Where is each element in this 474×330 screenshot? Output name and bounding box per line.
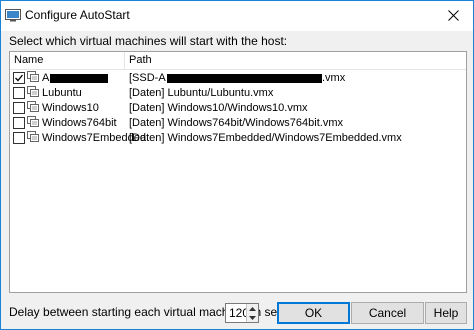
vm-name: Windows764bit bbox=[42, 117, 117, 129]
spin-up-button[interactable] bbox=[246, 304, 258, 313]
vm-path: [Daten] Windows10/Windows10.vmx bbox=[129, 102, 308, 114]
list-item[interactable]: Lubuntu [Daten] Lubuntu/Lubuntu.vmx bbox=[10, 86, 466, 101]
vm-icon bbox=[27, 131, 39, 142]
help-button[interactable]: Help bbox=[425, 302, 467, 324]
checkmark-icon bbox=[15, 74, 24, 82]
column-header-name[interactable]: Name bbox=[10, 52, 125, 70]
vm-name: Lubuntu bbox=[42, 87, 82, 99]
autostart-checkbox[interactable] bbox=[13, 117, 25, 129]
vm-path: [Daten] Windows764bit/Windows764bit.vmx bbox=[129, 117, 343, 129]
redaction-bar bbox=[50, 74, 108, 83]
vm-icon bbox=[27, 71, 39, 82]
autostart-checkbox[interactable] bbox=[13, 87, 25, 99]
instruction-text: Select which virtual machines will start… bbox=[9, 34, 288, 48]
autostart-checkbox[interactable] bbox=[13, 102, 25, 114]
autostart-checkbox[interactable] bbox=[13, 132, 25, 144]
list-item[interactable]: Windows764bit [Daten] Windows764bit/Wind… bbox=[10, 116, 466, 131]
configure-autostart-dialog: Configure AutoStart Select which virtual… bbox=[0, 0, 474, 330]
vm-name: Windows10 bbox=[42, 102, 99, 114]
chevron-up-icon bbox=[249, 306, 256, 311]
delay-label: Delay between starting each virtual mach… bbox=[9, 305, 317, 319]
ok-button[interactable]: OK bbox=[277, 302, 350, 324]
vm-icon bbox=[27, 116, 39, 127]
vm-path: [Daten] Windows7Embedded/Windows7Embedde… bbox=[129, 132, 402, 144]
column-header-path[interactable]: Path bbox=[125, 52, 466, 70]
vm-path-prefix: [SSD-A bbox=[129, 72, 166, 84]
delay-spinner[interactable]: 120 bbox=[225, 303, 259, 323]
vmware-app-icon bbox=[5, 9, 21, 22]
list-item[interactable]: Windows10 [Daten] Windows10/Windows10.vm… bbox=[10, 101, 466, 116]
vm-list[interactable]: Name Path A [SSD-A .vmx Lubuntu [Daten] … bbox=[9, 51, 467, 293]
vm-path-suffix: .vmx bbox=[322, 72, 346, 84]
window-title: Configure AutoStart bbox=[25, 8, 130, 22]
close-button[interactable] bbox=[435, 1, 471, 29]
list-item[interactable]: Windows7Embedded [Daten] Windows7Embedde… bbox=[10, 131, 466, 146]
chevron-down-icon bbox=[249, 315, 256, 320]
vm-icon bbox=[27, 101, 39, 112]
title-bar: Configure AutoStart bbox=[1, 1, 473, 31]
autostart-checkbox[interactable] bbox=[13, 72, 25, 84]
vm-path: [Daten] Lubuntu/Lubuntu.vmx bbox=[129, 87, 274, 99]
redaction-bar bbox=[167, 74, 322, 83]
vm-name: A bbox=[42, 72, 50, 84]
cancel-button[interactable]: Cancel bbox=[351, 302, 424, 324]
list-header: Name Path bbox=[10, 52, 466, 70]
close-icon bbox=[447, 9, 459, 21]
vm-icon bbox=[27, 86, 39, 97]
list-item[interactable]: A [SSD-A .vmx bbox=[10, 71, 466, 86]
spin-down-button[interactable] bbox=[246, 313, 258, 322]
